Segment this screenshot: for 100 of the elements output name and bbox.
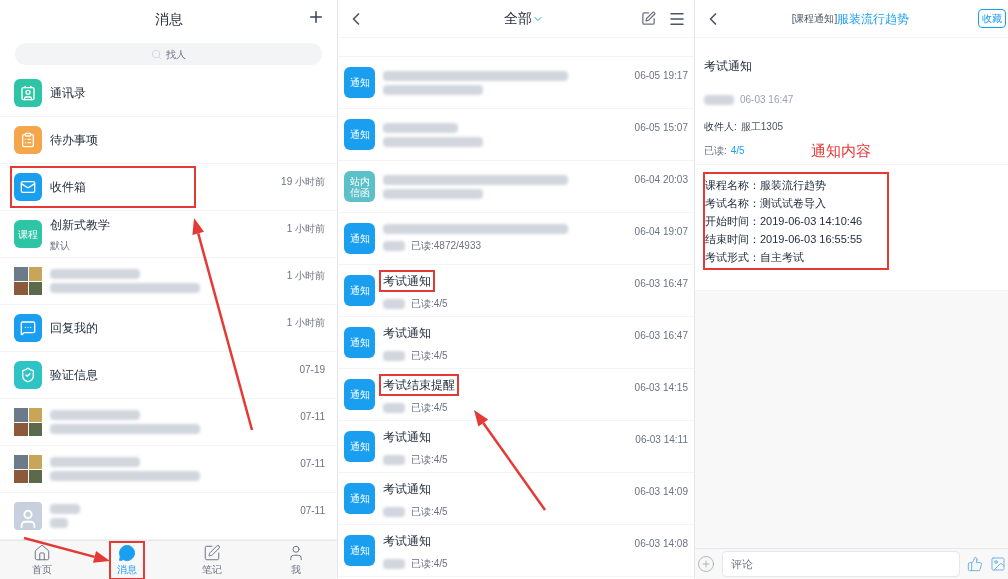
notice-time: 06-03 16:47 [634,329,688,343]
nav-tab[interactable]: 笔记 [193,541,230,579]
blurred-text [50,518,68,528]
screen-title: 消息 [154,9,183,29]
envelope-icon [14,173,42,201]
plus-icon [307,8,325,26]
search-icon [151,48,162,60]
todo-icon [14,126,42,154]
conversation-item[interactable]: 课程 创新式教学 默认 1 小时前 [0,211,337,258]
notice-item[interactable]: 通知 06-05 19:17 [338,57,694,109]
shield-icon [14,361,42,389]
conversation-item[interactable]: 通讯录 [0,70,337,117]
picture-icon [990,556,1006,572]
item-time: 07-11 [300,504,325,518]
item-title: 验证信息 [50,367,99,384]
notice-time: 06-03 16:47 [634,277,688,291]
blurred-text [383,506,405,517]
comment-field[interactable]: 评论 [722,551,960,577]
blurred-text [50,504,80,514]
conversation-item[interactable]: 07-11 [0,446,337,493]
blurred-text [704,94,734,105]
nav-tab[interactable]: 首页 [24,541,61,579]
item-time: 19 小时前 [281,175,325,189]
notice-time: 06-03 14:11 [635,433,688,447]
notice-badge: 通知 [344,535,375,566]
notice-badge: 通知 [344,483,375,514]
conversation-item[interactable]: 1 小时前 [0,258,337,305]
item-title: 通讯录 [50,85,87,102]
notice-time: 06-05 15:07 [634,121,688,135]
blurred-text [383,558,405,569]
notice-item[interactable]: 通知 06-05 15:07 [338,109,694,161]
read-count: 已读:4/5 [411,401,448,415]
item-subtitle: 默认 [50,238,71,253]
notice-heading: 考试通知 [704,58,753,75]
notice-item[interactable]: 通知 考试通知 已读:4/5 06-03 14:11 [338,421,694,473]
compose-button[interactable] [641,11,656,26]
notice-time: 06-05 19:17 [634,69,688,83]
read-label: 已读: [704,144,727,158]
blurred-text [383,240,405,251]
conversation-item[interactable]: 待办事项 [0,117,337,164]
notice-item[interactable]: 通知 考试通知 已读:4/5 06-03 16:47 [338,317,694,369]
notice-item[interactable]: 通知 已读:4872/4933 06-04 19:07 [338,213,694,265]
notice-badge: 通知 [344,379,375,410]
notice-badge: 站内信函 [344,171,375,202]
notice-badge: 通知 [344,431,375,462]
read-count: 已读:4/5 [411,453,448,467]
content-line: 考试名称：测试试卷导入 [705,196,827,211]
edit-icon [641,11,656,26]
blurred-text [383,298,405,309]
notice-badge: 通知 [344,67,375,98]
conversation-item[interactable]: 验证信息 07-19 [0,352,337,399]
course-title: 服装流行趋势 [837,10,910,28]
item-title: 回复我的 [50,320,99,337]
recipient: 服工1305 [740,120,784,134]
photo-placeholder [14,455,42,483]
item-time: 07-19 [299,363,325,377]
favorite-button[interactable]: 收藏 [978,9,1006,28]
content-line: 结束时间：2019-06-03 16:55:55 [705,232,864,247]
item-time: 07-11 [300,410,325,424]
item-title: 收件箱 [50,179,87,196]
notice-item[interactable]: 通知 考试通知 已读:4/5 06-03 16:47 [338,265,694,317]
nav-tab[interactable]: 消息 [109,541,146,579]
notice-item[interactable]: 站内信函 06-04 20:03 [338,161,694,213]
course-badge: 课程 [14,220,42,248]
notice-title: 考试通知 [379,270,435,292]
conversation-item[interactable]: 回复我的 1 小时前 [0,305,337,352]
item-time: 1 小时前 [286,316,325,330]
notice-item[interactable]: 通知 考试通知 已读:4/5 06-03 14:08 [338,525,694,577]
read-count: 已读:4872/4933 [411,239,482,253]
notice-title: 考试通知 [382,481,432,498]
add-button[interactable] [307,8,325,26]
photo-placeholder [14,267,42,295]
notice-item[interactable]: 通知 考试通知 已读:4/5 06-03 14:09 [338,473,694,525]
item-time: 1 小时前 [286,222,325,236]
item-time: 07-11 [300,457,325,471]
search-placeholder: 找人 [166,47,186,62]
notice-time: 06-04 19:07 [634,225,688,239]
edit-icon [202,544,221,562]
blurred-text [383,402,405,413]
chat-icon [14,314,42,342]
read-count: 已读:4/5 [411,349,448,363]
conversation-item[interactable]: 收件箱 19 小时前 [0,164,337,211]
item-title: 待办事项 [50,132,99,149]
notice-time: 06-03 14:09 [634,485,688,499]
search-field[interactable]: 找人 [15,43,322,65]
nav-tab[interactable]: 我 [278,541,313,579]
content-line: 开始时间：2019-06-03 14:10:46 [705,214,864,229]
read-count: 已读:4/5 [411,505,448,519]
plus-icon [697,555,715,573]
notice-time: 06-04 20:03 [634,173,688,187]
filter-dropdown[interactable]: 全部 [463,8,544,29]
conversation-item[interactable]: 07-11 [0,399,337,446]
read-count: 已读:4/5 [411,297,448,311]
course-tag: [课程通知] [791,11,838,26]
notice-item[interactable]: 通知 考试结束提醒 已读:4/5 06-03 14:15 [338,369,694,421]
blurred-text [383,350,405,361]
avatar-silhouette [14,502,42,530]
notice-time: 06-03 14:08 [634,537,688,551]
notice-badge: 通知 [344,327,375,358]
home-icon [33,544,52,562]
